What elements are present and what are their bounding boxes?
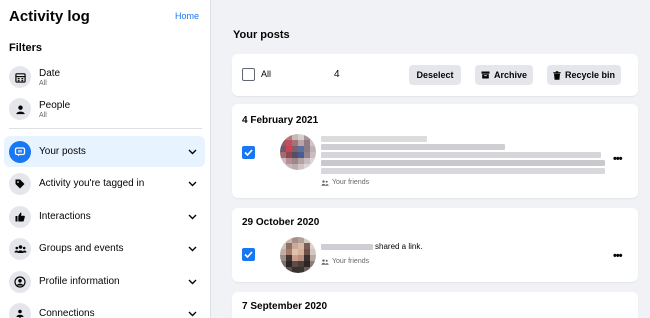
groups-icon: [9, 237, 31, 260]
filter-people[interactable]: People All: [9, 96, 70, 122]
filter-people-value: All: [39, 111, 47, 119]
nav-label-profile-information: Profile information: [39, 276, 120, 287]
nav-item-interactions[interactable]: Interactions: [4, 201, 205, 232]
archive-icon: [481, 71, 490, 79]
blurred-text: [321, 144, 505, 150]
post-thumbnail[interactable]: [280, 134, 316, 170]
blurred-text: [321, 136, 427, 142]
post-thumbnail[interactable]: [280, 237, 316, 273]
friends-icon: [321, 179, 329, 186]
date-group: 7 September 2020: [232, 292, 638, 318]
more-options-icon[interactable]: •••: [613, 153, 623, 165]
audience-label: Your friends: [332, 258, 370, 265]
sidebar-divider: [9, 128, 202, 129]
deselect-button-label: Deselect: [416, 70, 454, 80]
post-checkbox[interactable]: [242, 248, 255, 261]
select-all-label: All: [261, 69, 272, 79]
select-all-checkbox[interactable]: [242, 68, 255, 81]
nav-item-tagged[interactable]: Activity you're tagged in: [4, 168, 205, 199]
selected-count: 4: [334, 69, 340, 80]
nav-item-groups-events[interactable]: Groups and events: [4, 233, 205, 264]
blurred-text: [321, 168, 605, 174]
posts-icon: [9, 140, 31, 163]
nav-label-groups-events: Groups and events: [39, 243, 124, 254]
checkmark-icon: [244, 251, 253, 258]
nav-label-interactions: Interactions: [39, 211, 91, 222]
post-action-text: shared a link.: [375, 242, 423, 251]
chevron-down-icon[interactable]: [185, 275, 199, 289]
date-heading: 4 February 2021: [242, 115, 319, 126]
sidebar: Activity log Home Filters Date All Peopl…: [0, 0, 211, 318]
thumbs-up-icon: [9, 205, 31, 228]
date-heading: 29 October 2020: [242, 217, 320, 228]
nav-item-connections[interactable]: Connections: [4, 298, 205, 318]
tag-icon: [9, 172, 31, 195]
post-checkbox[interactable]: [242, 146, 255, 159]
profile-icon: [9, 270, 31, 293]
archive-button-label: Archive: [493, 70, 528, 80]
blurred-text: [321, 152, 601, 158]
trash-icon: [553, 70, 561, 80]
filters-heading: Filters: [9, 42, 43, 54]
calendar-icon: [9, 66, 31, 88]
nav-item-your-posts[interactable]: Your posts: [4, 136, 205, 167]
deselect-button[interactable]: Deselect: [409, 65, 461, 85]
nav-label-connections: Connections: [39, 308, 95, 318]
filter-date-label: Date: [39, 67, 61, 79]
chevron-down-icon[interactable]: [185, 177, 199, 191]
blurred-name: [321, 244, 373, 250]
sidebar-title: Activity log: [9, 8, 90, 25]
person-icon: [9, 98, 31, 120]
date-group: 4 February 2021 Your friends •••: [232, 104, 638, 198]
audience-indicator: Your friends: [321, 258, 369, 265]
friends-icon: [321, 258, 329, 265]
audience-label: Your friends: [332, 179, 370, 186]
nav-item-profile-information[interactable]: Profile information: [4, 266, 205, 297]
selection-toolbar: All 4 Deselect Archive Recycle bin: [232, 54, 638, 96]
chevron-down-icon[interactable]: [185, 145, 199, 159]
date-heading: 7 September 2020: [242, 301, 328, 312]
date-group: 29 October 2020 shared a link. Your frie…: [232, 208, 638, 282]
chevron-down-icon[interactable]: [185, 242, 199, 256]
recycle-bin-button-label: Recycle bin: [564, 70, 616, 80]
page-title: Your posts: [233, 29, 290, 41]
recycle-bin-button[interactable]: Recycle bin: [547, 65, 621, 85]
connections-icon: [9, 302, 31, 318]
home-link[interactable]: Home: [175, 11, 199, 21]
filter-date[interactable]: Date All: [9, 64, 60, 90]
chevron-down-icon[interactable]: [185, 307, 199, 318]
more-options-icon[interactable]: •••: [613, 250, 623, 262]
filter-date-value: All: [39, 79, 47, 87]
filter-people-label: People: [39, 99, 71, 111]
archive-button[interactable]: Archive: [475, 65, 533, 85]
audience-indicator: Your friends: [321, 179, 369, 186]
nav-label-tagged: Activity you're tagged in: [39, 178, 145, 189]
blurred-text: [321, 160, 605, 166]
chevron-down-icon[interactable]: [185, 210, 199, 224]
nav-label-your-posts: Your posts: [39, 146, 86, 157]
checkmark-icon: [244, 149, 253, 156]
